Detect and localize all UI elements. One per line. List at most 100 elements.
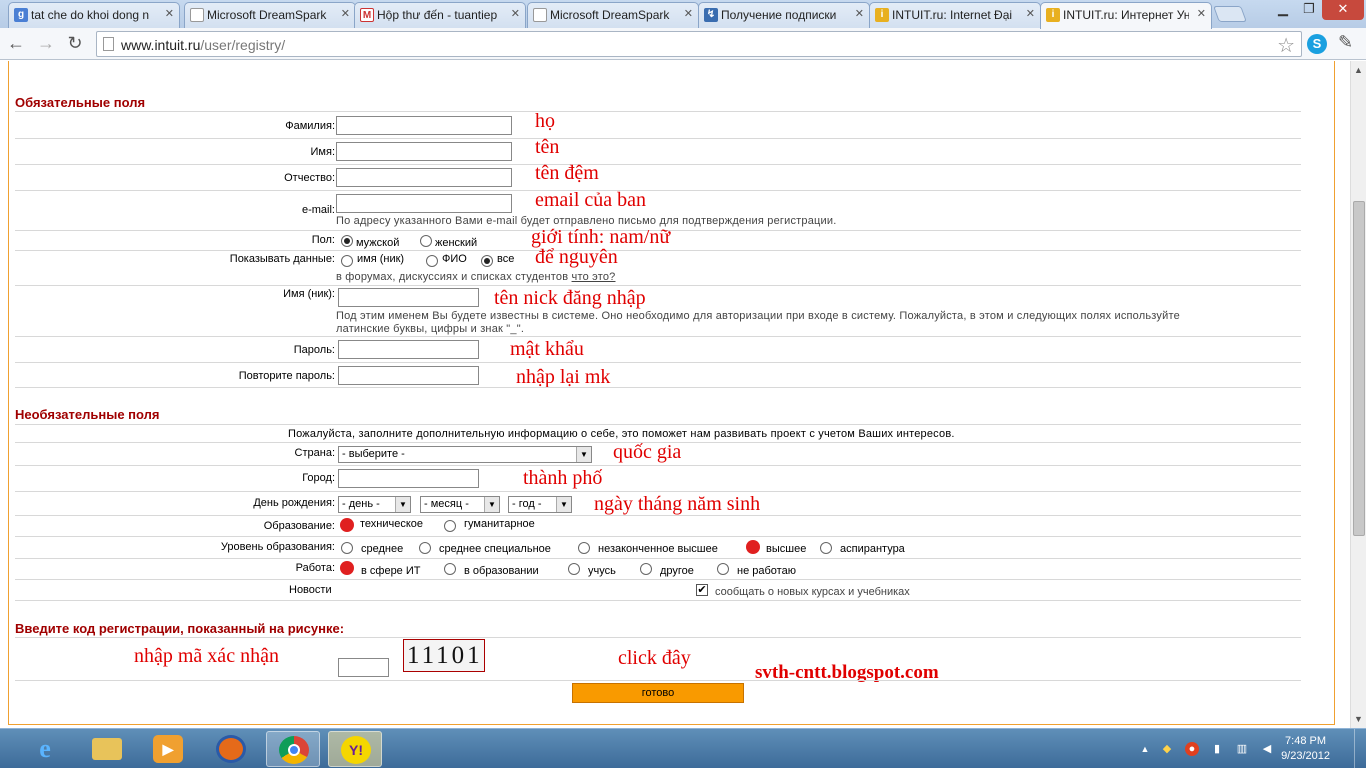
windows-taskbar: e ▶ Y! ▲ ◆ ● ▮ ▥ ◀ 7:48 PM 9/23/2012 (0, 728, 1366, 769)
scroll-down-icon[interactable]: ▼ (1354, 714, 1363, 724)
show-all-radio[interactable] (481, 255, 493, 267)
ie-icon[interactable]: e (18, 731, 72, 767)
password-input[interactable] (338, 340, 479, 359)
chrome-icon[interactable] (266, 731, 320, 767)
city-input[interactable] (338, 469, 479, 488)
firefox-icon[interactable] (204, 731, 258, 767)
country-select[interactable]: - выберите - ▼ (338, 446, 592, 463)
work-student-radio[interactable] (568, 563, 580, 575)
clock[interactable]: 7:48 PM 9/23/2012 (1281, 734, 1330, 764)
work-none-radio[interactable] (717, 563, 729, 575)
close-icon[interactable]: ✕ (511, 7, 520, 20)
tab-subscription[interactable]: ↯ Получение подписки ✕ (698, 2, 870, 28)
name-annotation: tên (535, 136, 560, 158)
level-incomplete-radio[interactable] (578, 542, 590, 554)
level-option-label: аспирантура (840, 543, 905, 555)
address-bar[interactable]: www.intuit.ru/user/registry/ ☆ (96, 31, 1302, 57)
surname-input[interactable] (336, 116, 512, 135)
tab-intuit-1[interactable]: i INTUIT.ru: Internet Đại ✕ (869, 2, 1041, 28)
maximize-icon[interactable]: ❐ (1296, 0, 1322, 20)
captcha-input[interactable] (338, 658, 389, 677)
network-icon[interactable]: ▥ (1235, 742, 1249, 756)
education-label: Образование: (263, 520, 335, 532)
nick-note-line-2: латинские буквы, цифры и знак "_". (336, 323, 525, 335)
news-checkbox[interactable]: ✔ (696, 584, 708, 596)
what-is-this-link[interactable]: что это? (572, 271, 616, 283)
month-select[interactable]: - месяц - ▼ (420, 496, 500, 513)
edu-human-radio[interactable] (444, 520, 456, 532)
work-option-label: не работаю (737, 565, 796, 577)
password-label: Пароль: (293, 344, 335, 356)
tab-gmail[interactable]: M Hộp thư đến - tuantiep ✕ (354, 2, 526, 28)
close-icon[interactable]: ✕ (855, 7, 864, 20)
close-icon[interactable]: ✕ (1197, 7, 1206, 20)
level-higher-radio[interactable] (746, 540, 760, 554)
vertical-scrollbar[interactable]: ▲ ▼ (1350, 61, 1366, 728)
show-nick-radio[interactable] (341, 255, 353, 267)
click-annotation: click đây (618, 647, 691, 669)
new-tab-button[interactable] (1213, 6, 1247, 22)
password-repeat-input[interactable] (338, 366, 479, 385)
minimize-icon[interactable]: ▁ (1270, 0, 1296, 20)
tab-dreamspark-2[interactable]: Microsoft DreamSpark ✕ (527, 2, 699, 28)
work-option-label: другое (660, 565, 694, 577)
submit-button[interactable]: готово (572, 683, 744, 703)
tab-intuit-active[interactable]: i INTUIT.ru: Интернет Ун ✕ (1040, 2, 1212, 29)
volume-icon[interactable]: ◀ (1260, 742, 1274, 756)
explorer-icon[interactable] (80, 731, 134, 767)
bookmark-star-icon[interactable]: ☆ (1277, 33, 1295, 58)
show-data-annotation: để nguyên (535, 246, 618, 268)
gender-male-radio[interactable] (341, 235, 353, 247)
name-input[interactable] (336, 142, 512, 161)
edu-tech-label: техническое (360, 518, 424, 530)
divider (15, 680, 1301, 681)
flag-icon[interactable]: ▮ (1210, 742, 1224, 756)
scrollbar-thumb[interactable] (1353, 201, 1365, 536)
news-label: Новости (289, 584, 332, 596)
level-secondary-radio[interactable] (341, 542, 353, 554)
level-postgrad-radio[interactable] (820, 542, 832, 554)
intuit-icon: i (1046, 8, 1060, 22)
level-special-radio[interactable] (419, 542, 431, 554)
country-label: Страна: (294, 447, 335, 459)
tab-google[interactable]: g tat che do khoi dong n ✕ (8, 2, 180, 28)
day-select[interactable]: - день - ▼ (338, 496, 411, 513)
email-annotation: email của ban (535, 189, 647, 211)
work-education-radio[interactable] (444, 563, 456, 575)
patronymic-input[interactable] (336, 168, 512, 187)
reload-icon[interactable]: ↻ (63, 32, 87, 56)
window-close-icon[interactable]: ✕ (1322, 0, 1364, 20)
scroll-up-icon[interactable]: ▲ (1354, 65, 1363, 75)
tray-expand-icon[interactable]: ▲ (1138, 742, 1152, 756)
forward-icon[interactable]: → (34, 32, 58, 56)
gender-female-label: женский (435, 237, 478, 249)
edu-tech-radio[interactable] (340, 518, 354, 532)
tab-dreamspark-1[interactable]: Microsoft DreamSpark ✕ (184, 2, 356, 28)
edu-human-label: гуманитарное (464, 518, 535, 530)
tab-label: INTUIT.ru: Интернет Ун (1063, 8, 1189, 22)
nick-input[interactable] (338, 288, 479, 307)
close-icon[interactable]: ✕ (165, 7, 174, 20)
required-section-title: Обязательные поля (15, 95, 146, 110)
work-option-label: учусь (588, 565, 616, 577)
year-select[interactable]: - год - ▼ (508, 496, 572, 513)
yahoo-messenger-icon[interactable]: Y! (328, 731, 382, 767)
email-input[interactable] (336, 194, 512, 213)
back-icon[interactable]: ← (4, 32, 28, 56)
work-other-radio[interactable] (640, 563, 652, 575)
skype-icon[interactable]: S (1307, 34, 1327, 54)
media-player-icon[interactable]: ▶ (141, 731, 195, 767)
close-icon[interactable]: ✕ (684, 7, 693, 20)
show-desktop-button[interactable] (1354, 729, 1366, 769)
work-it-radio[interactable] (340, 561, 354, 575)
close-icon[interactable]: ✕ (1026, 7, 1035, 20)
antivirus-icon[interactable]: ● (1185, 742, 1199, 756)
wrench-icon[interactable]: ✎ (1338, 32, 1353, 53)
close-icon[interactable]: ✕ (341, 7, 350, 20)
gender-male-label: мужской (356, 237, 400, 249)
gender-female-radio[interactable] (420, 235, 432, 247)
divider (15, 558, 1301, 559)
network-share-icon[interactable]: ◆ (1160, 742, 1174, 756)
nick-label: Имя (ник): (283, 288, 335, 300)
show-fio-radio[interactable] (426, 255, 438, 267)
